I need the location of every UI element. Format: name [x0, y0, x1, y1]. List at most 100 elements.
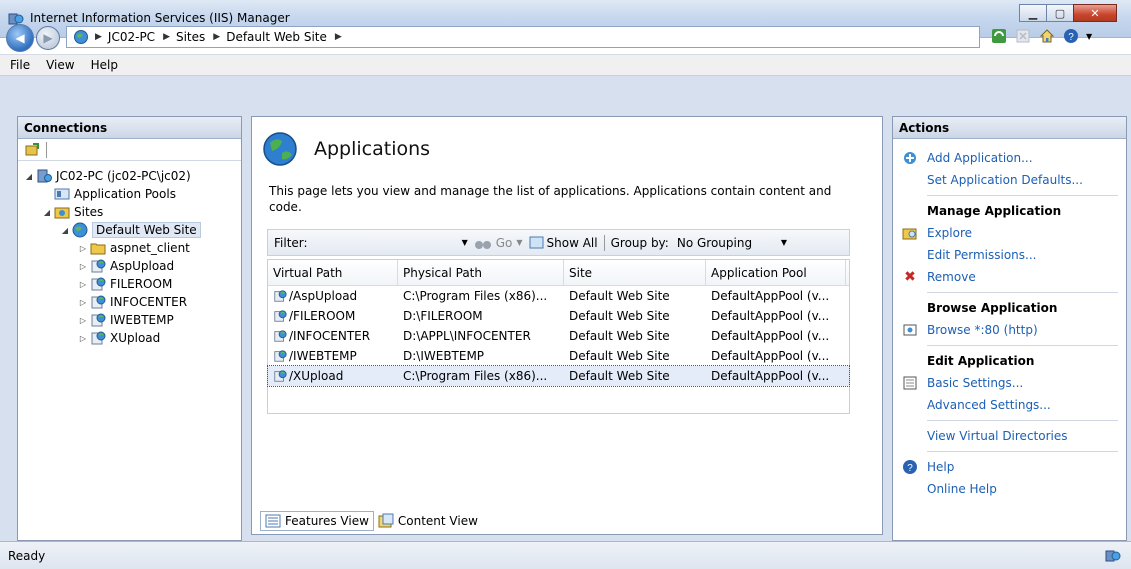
- column-application-pool[interactable]: Application Pool: [706, 260, 846, 285]
- collapse-icon[interactable]: ◢: [42, 208, 52, 217]
- column-physical-path[interactable]: Physical Path: [398, 260, 564, 285]
- menu-view[interactable]: View: [46, 58, 74, 72]
- back-button[interactable]: ◀: [6, 24, 34, 52]
- content-view-icon: [378, 513, 394, 528]
- cell-text: Default Web Site: [569, 309, 670, 323]
- forward-button[interactable]: ▶: [36, 26, 60, 50]
- view-virtual-directories-link[interactable]: View Virtual Directories: [927, 429, 1068, 443]
- collapse-icon[interactable]: ◢: [60, 226, 70, 235]
- basic-settings-link[interactable]: Basic Settings...: [927, 376, 1023, 390]
- help-button[interactable]: ?: [1062, 27, 1080, 45]
- help-dropdown-icon[interactable]: ▼: [1086, 32, 1092, 41]
- cell-text: D:\IWEBTEMP: [403, 349, 485, 363]
- go-button[interactable]: Go: [496, 236, 513, 250]
- tree-node[interactable]: ◢ JC02-PC (jc02-PC\jc02): [18, 167, 241, 185]
- tree-node[interactable]: ◢ Sites: [18, 203, 241, 221]
- edit-permissions-link[interactable]: Edit Permissions...: [927, 248, 1036, 262]
- tree-node[interactable]: ◢ Default Web Site: [18, 221, 241, 239]
- add-application-action[interactable]: Add Application...: [893, 147, 1126, 169]
- tree-node[interactable]: ▷ aspnet_client: [18, 239, 241, 257]
- filter-input[interactable]: [312, 234, 462, 252]
- remove-action[interactable]: ✖ Remove: [893, 266, 1126, 288]
- help-circle-icon: ?: [901, 459, 919, 475]
- browse-action[interactable]: Browse *:80 (http): [893, 319, 1126, 341]
- features-view-label: Features View: [285, 514, 369, 528]
- table-row[interactable]: /FILEROOM D:\FILEROOM Default Web Site Defa…: [268, 306, 849, 326]
- status-bar: Ready: [0, 541, 1131, 569]
- content-view-tab[interactable]: Content View: [374, 511, 482, 531]
- stop-icon: [1016, 29, 1030, 43]
- edit-permissions-action[interactable]: Edit Permissions...: [893, 244, 1126, 266]
- filter-dropdown-icon[interactable]: ▼: [462, 238, 468, 247]
- home-button[interactable]: [1038, 27, 1056, 45]
- expand-icon[interactable]: ▷: [78, 280, 88, 289]
- table-cell: DefaultAppPool (v...: [706, 366, 846, 386]
- cell-text: D:\APPL\INFOCENTER: [403, 329, 531, 343]
- explore-action[interactable]: Explore: [893, 222, 1126, 244]
- group-by-select[interactable]: No Grouping: [677, 236, 773, 250]
- expand-icon[interactable]: ▷: [78, 244, 88, 253]
- blank-icon: [901, 172, 919, 188]
- application-icon: [273, 309, 287, 323]
- breadcrumb-server[interactable]: JC02-PC: [108, 30, 155, 44]
- tree-node-label: aspnet_client: [110, 241, 190, 255]
- breadcrumb-sites[interactable]: Sites: [176, 30, 205, 44]
- table-row[interactable]: /INFOCENTER D:\APPL\INFOCENTER Default Web…: [268, 326, 849, 346]
- browse-link[interactable]: Browse *:80 (http): [927, 323, 1038, 337]
- expand-icon[interactable]: ▷: [78, 298, 88, 307]
- tree-node[interactable]: Application Pools: [18, 185, 241, 203]
- table-row[interactable]: /IWEBTEMP D:\IWEBTEMP Default Web Site Defa…: [268, 346, 849, 366]
- column-site[interactable]: Site: [564, 260, 706, 285]
- table-cell: DefaultAppPool (v...: [706, 306, 846, 326]
- help-action[interactable]: ? Help: [893, 456, 1126, 478]
- expand-icon[interactable]: ▷: [78, 262, 88, 271]
- go-dropdown-icon[interactable]: ▼: [516, 238, 522, 247]
- collapse-icon[interactable]: ◢: [24, 172, 34, 181]
- tree-node-label: AspUpload: [110, 259, 175, 273]
- refresh-button[interactable]: [990, 27, 1008, 45]
- expand-icon[interactable]: ▷: [78, 316, 88, 325]
- show-all-button[interactable]: Show All: [547, 236, 598, 250]
- minimize-button[interactable]: ▁: [1019, 4, 1047, 22]
- applications-page: Applications This page lets you view and…: [251, 116, 883, 535]
- explore-link[interactable]: Explore: [927, 226, 972, 240]
- tree-node-label: IWEBTEMP: [110, 313, 174, 327]
- close-button[interactable]: ✕: [1073, 4, 1117, 22]
- breadcrumb-site[interactable]: Default Web Site: [226, 30, 327, 44]
- help-link[interactable]: Help: [927, 460, 954, 474]
- menu-help[interactable]: Help: [91, 58, 118, 72]
- add-application-link[interactable]: Add Application...: [927, 151, 1033, 165]
- column-virtual-path[interactable]: Virtual Path: [268, 260, 398, 285]
- menu-file[interactable]: File: [10, 58, 30, 72]
- tree-node[interactable]: ▷ XUpload: [18, 329, 241, 347]
- table-row[interactable]: /XUpload C:\Program Files (x86)... Default…: [267, 365, 850, 387]
- basic-settings-action[interactable]: Basic Settings...: [893, 372, 1126, 394]
- tree-node-label: INFOCENTER: [110, 295, 188, 309]
- features-view-tab[interactable]: Features View: [260, 511, 374, 531]
- status-text: Ready: [8, 548, 46, 563]
- page-description: This page lets you view and manage the l…: [269, 184, 832, 214]
- table-cell: Default Web Site: [564, 306, 706, 326]
- view-vdirs-action[interactable]: View Virtual Directories: [893, 425, 1126, 447]
- online-help-link[interactable]: Online Help: [927, 482, 997, 496]
- address-bar[interactable]: ▶ JC02-PC ▶ Sites ▶ Default Web Site ▶: [66, 26, 980, 48]
- maximize-button[interactable]: ▢: [1046, 4, 1074, 22]
- set-defaults-link[interactable]: Set Application Defaults...: [927, 173, 1083, 187]
- tree-node[interactable]: ▷ INFOCENTER: [18, 293, 241, 311]
- stop-button[interactable]: [1014, 27, 1032, 45]
- remove-link[interactable]: Remove: [927, 270, 976, 284]
- advanced-settings-link[interactable]: Advanced Settings...: [927, 398, 1051, 412]
- connect-icon[interactable]: [24, 142, 40, 158]
- tree-node[interactable]: ▷ IWEBTEMP: [18, 311, 241, 329]
- advanced-settings-action[interactable]: Advanced Settings...: [893, 394, 1126, 416]
- tree-node[interactable]: ▷ AspUpload: [18, 257, 241, 275]
- expand-icon[interactable]: ▷: [78, 334, 88, 343]
- online-help-action[interactable]: Online Help: [893, 478, 1126, 500]
- group-by-dropdown-icon[interactable]: ▼: [781, 238, 787, 247]
- tree-node[interactable]: ▷ FILEROOM: [18, 275, 241, 293]
- sites-folder-icon: [54, 204, 70, 220]
- back-arrow-icon: ◀: [15, 31, 25, 45]
- set-defaults-action[interactable]: Set Application Defaults...: [893, 169, 1126, 191]
- cell-text: /AspUpload: [289, 289, 358, 303]
- table-row[interactable]: /AspUpload C:\Program Files (x86)... Defau…: [268, 286, 849, 306]
